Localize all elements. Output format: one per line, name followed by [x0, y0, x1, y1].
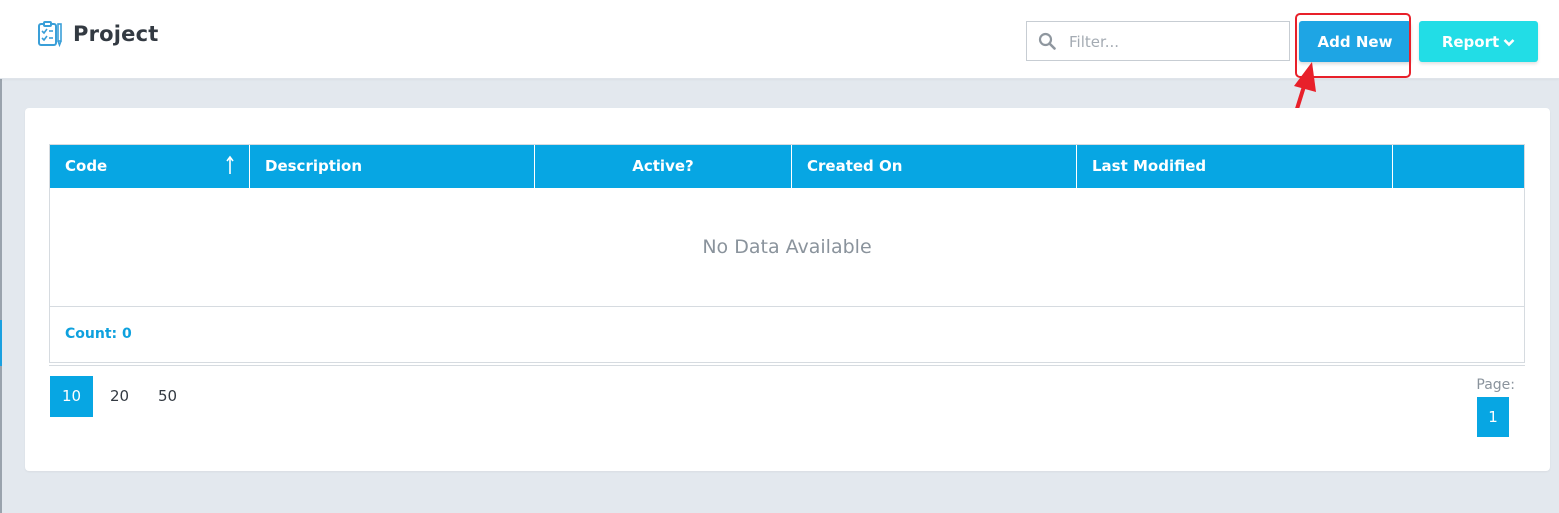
column-header-label: Description — [265, 157, 363, 175]
report-button[interactable]: Report — [1419, 21, 1538, 62]
column-header-label: Created On — [807, 157, 903, 175]
page-size-10[interactable]: 10 — [50, 376, 93, 417]
report-button-label: Report — [1441, 32, 1500, 51]
chevron-down-icon — [1503, 38, 1515, 46]
grid-header: Code Description Active? Created On Last — [50, 145, 1524, 188]
left-edge-accent — [0, 320, 2, 366]
page-title: Project — [73, 22, 159, 46]
column-header-label: Active? — [632, 157, 694, 175]
grid-bottom-divider — [49, 365, 1525, 366]
filter-box[interactable] — [1026, 21, 1290, 61]
column-header-actions — [1393, 145, 1524, 188]
column-header-label: Last Modified — [1092, 157, 1207, 175]
record-count: Count: 0 — [65, 326, 132, 342]
clipboard-checklist-icon — [38, 21, 62, 48]
add-new-button[interactable]: Add New — [1299, 21, 1411, 62]
grid-footer: Count: 0 — [50, 306, 1524, 363]
column-header-last-modified[interactable]: Last Modified — [1077, 145, 1393, 188]
page: Project Add New Report Code — [0, 0, 1559, 513]
column-header-description[interactable]: Description — [250, 145, 535, 188]
page-label: Page: — [1476, 377, 1515, 393]
page-size-50[interactable]: 50 — [146, 376, 189, 417]
column-header-code[interactable]: Code — [50, 145, 250, 188]
page-number-1[interactable]: 1 — [1477, 397, 1509, 437]
data-grid: Code Description Active? Created On Last — [49, 144, 1525, 363]
search-icon — [1038, 32, 1056, 50]
sort-ascending-icon — [226, 155, 234, 174]
filter-input[interactable] — [1067, 28, 1286, 56]
content-card: Code Description Active? Created On Last — [25, 108, 1550, 471]
column-header-active[interactable]: Active? — [535, 145, 792, 188]
page-size-selector: 10 20 50 — [50, 376, 194, 417]
page-header: Project Add New Report — [0, 0, 1559, 79]
column-header-created-on[interactable]: Created On — [792, 145, 1077, 188]
empty-message: No Data Available — [702, 236, 872, 258]
page-size-20[interactable]: 20 — [98, 376, 141, 417]
column-header-label: Code — [65, 157, 108, 175]
